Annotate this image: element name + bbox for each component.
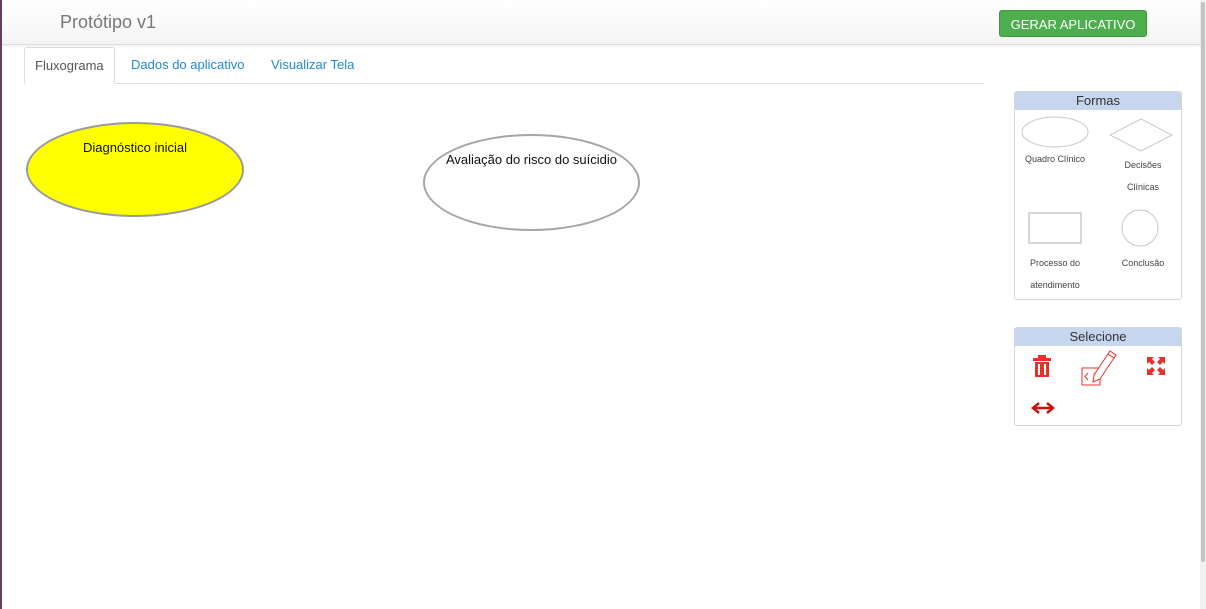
top-navbar: Protótipo v1 GERAR APLICATIVO	[2, 0, 1200, 45]
rectangle-shape-icon[interactable]	[1028, 212, 1084, 246]
tab-visualizar-tela[interactable]: Visualizar Tela	[261, 47, 364, 83]
expand-icon[interactable]	[1146, 356, 1166, 376]
shape-label-decisoes-clinicas: Decisões Clínicas	[1107, 154, 1179, 198]
shape-label-line: Processo do	[1029, 258, 1081, 268]
shape-label-line: Decisões	[1124, 160, 1162, 170]
trash-icon[interactable]	[1032, 354, 1052, 378]
shape-label-line: Clínicas	[1126, 182, 1159, 192]
flowchart-canvas[interactable]: Diagnóstico inicial Avaliação do risco d…	[2, 84, 1002, 604]
ellipse-shape-icon[interactable]	[1021, 116, 1089, 150]
shape-label-line: Quadro Clínico	[1024, 154, 1086, 164]
generate-app-button[interactable]: GERAR APLICATIVO	[999, 10, 1147, 37]
scrollbar-thumb[interactable]	[1201, 2, 1205, 562]
shape-label-quadro-clinico: Quadro Clínico	[1019, 148, 1091, 170]
shape-label-conclusao: Conclusão	[1107, 252, 1179, 274]
tab-fluxograma[interactable]: Fluxograma	[24, 47, 115, 84]
formas-panel: Formas Quadro Clínico Decisões Clínicas …	[1014, 91, 1182, 300]
shape-label-line: Conclusão	[1121, 258, 1165, 268]
app-title: Protótipo v1	[60, 12, 157, 32]
vertical-scrollbar[interactable]	[1200, 0, 1206, 609]
selecione-panel-title: Selecione	[1015, 328, 1181, 346]
tab-dados-do-aplicativo[interactable]: Dados do aplicativo	[121, 47, 254, 83]
formas-panel-title: Formas	[1015, 92, 1181, 110]
shape-label-line: atendimento	[1030, 280, 1080, 290]
shape-label-processo-atendimento: Processo do atendimento	[1019, 252, 1091, 296]
edit-code-icon[interactable]	[1080, 348, 1120, 390]
flow-node-avaliacao-risco[interactable]: Avaliação do risco do suícidio	[423, 134, 640, 231]
circle-shape-icon[interactable]	[1120, 208, 1160, 248]
flow-node-diagnostico-inicial[interactable]: Diagnóstico inicial	[26, 122, 244, 217]
tab-bar: Fluxograma Dados do aplicativo Visualiza…	[24, 47, 984, 84]
horizontal-arrows-icon[interactable]	[1031, 401, 1055, 415]
diamond-shape-icon[interactable]	[1109, 118, 1173, 152]
selecione-panel: Selecione	[1014, 327, 1182, 426]
